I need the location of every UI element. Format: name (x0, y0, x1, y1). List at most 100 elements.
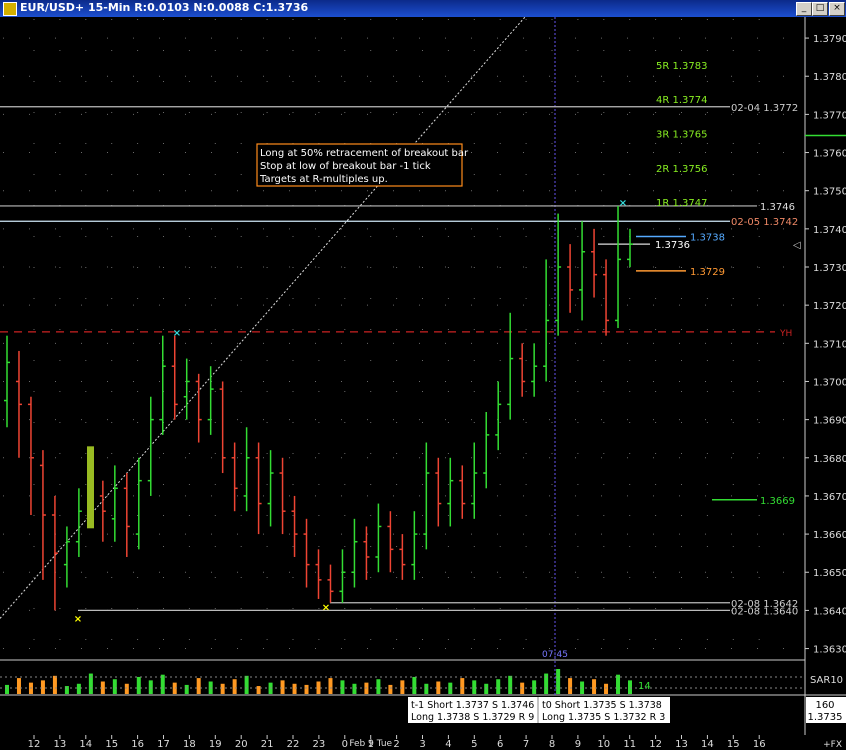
sar-count: 160 (815, 700, 834, 711)
last-price-label: 1.3736 (655, 240, 690, 251)
maximize-button[interactable]: □ (812, 2, 828, 16)
volume-bar (628, 680, 632, 694)
volume-bar (112, 679, 117, 694)
volume-bar (460, 678, 465, 694)
time-tick-label: 0 (342, 739, 348, 750)
time-tick-label: 9 (575, 739, 581, 750)
yh-label: YH (779, 329, 792, 339)
time-tick-label: 12 (649, 739, 662, 750)
price-tick-label: 1.3730 (813, 263, 846, 274)
time-tick-label: 22 (287, 739, 300, 750)
price-tick-label: 1.3790 (813, 34, 846, 45)
volume-bar (592, 679, 597, 694)
time-tick-label: 16 (753, 739, 766, 750)
volume-bar (40, 680, 45, 694)
price-tick-label: 1.3690 (813, 416, 846, 427)
volume-bar (124, 683, 129, 694)
time-tick-label: 2 (393, 739, 399, 750)
volume-bar (412, 676, 417, 694)
price-tick-label: 1.3630 (813, 645, 846, 656)
sar-price: 1.3735 (808, 712, 843, 723)
target-label: 4R 1.3774 (656, 95, 707, 106)
time-tick-label: 4 (445, 739, 451, 750)
time-tick-label: 15 (727, 739, 740, 750)
volume-bar (64, 686, 69, 694)
sar-label: SAR10 (810, 675, 843, 686)
volume-bar (304, 684, 309, 694)
volume-bar (532, 680, 537, 694)
time-tick-label: 20 (235, 739, 248, 750)
level-label-02-05: 02-05 1.3742 (731, 217, 798, 228)
swing-low-marker-icon: × (74, 614, 82, 625)
volume-bar (352, 683, 357, 694)
volume-bar (256, 686, 261, 694)
title-bar: EUR/USD+ 15-Min R:0.0103 N:0.0088 C:1.37… (0, 0, 846, 17)
volume-bar (508, 675, 513, 694)
volume-bar (376, 679, 381, 694)
time-tick-label: 14 (701, 739, 714, 750)
swing-low-marker-icon: × (322, 603, 330, 614)
volume-bar (496, 679, 501, 694)
annotation-line: Long at 50% retracement of breakout bar (260, 148, 469, 159)
time-tick-label: 15 (105, 739, 118, 750)
close-button[interactable]: × (829, 2, 845, 16)
volume-bar (328, 678, 333, 694)
date-label: Feb 9 Tue (349, 739, 392, 749)
volume-bar (424, 683, 429, 694)
time-tick-label: 18 (183, 739, 196, 750)
volume-bar (196, 678, 201, 694)
trade-info-prev: t-1 Short 1.3737 S 1.3746 (411, 700, 534, 711)
volume-bar (280, 680, 285, 694)
volume-bar (400, 680, 405, 694)
volume-bar (16, 678, 21, 694)
price-tick-label: 1.3680 (813, 454, 846, 465)
chart-background (0, 17, 846, 750)
price-tick-label: 1.3650 (813, 568, 846, 579)
volume-bar (568, 678, 573, 694)
breakout-highlight (87, 446, 94, 529)
volume-bar (292, 683, 297, 694)
annotation-line: Stop at low of breakout bar -1 tick (260, 161, 431, 172)
volume-bar (5, 684, 9, 694)
time-tick-label: 12 (28, 739, 41, 750)
volume-bar (556, 669, 561, 694)
volume-bar (160, 674, 165, 694)
window-title: EUR/USD+ 15-Min R:0.0103 N:0.0088 C:1.37… (20, 1, 309, 14)
level-label-bar-high: 1.3746 (760, 202, 795, 213)
volume-bar (484, 683, 489, 694)
target-label: 5R 1.3783 (656, 61, 707, 72)
time-tick-label: 19 (209, 739, 222, 750)
time-tick-label: 21 (261, 739, 274, 750)
time-tick-label: 23 (313, 739, 326, 750)
volume-bar (148, 680, 153, 694)
target-label: 3R 1.3765 (656, 129, 707, 140)
price-tick-label: 1.3670 (813, 492, 846, 503)
volume-bar (472, 680, 477, 694)
time-tick-label: 13 (54, 739, 67, 750)
volume-bar (604, 683, 609, 694)
stop-label: 1.3729 (690, 267, 725, 278)
time-tick-label: 16 (131, 739, 144, 750)
price-tick-label: 1.3750 (813, 187, 846, 198)
volume-bar (76, 683, 81, 694)
time-tick-label: 5 (471, 739, 477, 750)
price-chart[interactable]: 1.3630 1.3640 1.3650 1.3660 1.3670 1.3680 1.36… (0, 17, 846, 750)
trade-info-curr: t0 Short 1.3735 S 1.3738 (542, 700, 662, 711)
target-label: 2R 1.3756 (656, 164, 707, 175)
time-tick-label: 17 (157, 739, 170, 750)
price-tick-label: 1.3700 (813, 377, 846, 388)
time-tick-label: 8 (549, 739, 555, 750)
level-label-02-04: 02-04 1.3772 (731, 103, 798, 114)
volume-bar (316, 681, 321, 694)
volume-bar (616, 674, 621, 694)
price-pointer-icon: ◁ (793, 240, 801, 251)
trade-info-box: t-1 Short 1.3737 S 1.3746Long 1.3738 S 1… (408, 697, 670, 723)
price-tick-label: 1.3780 (813, 72, 846, 83)
volume-bar (244, 675, 249, 694)
time-tick-label: 7 (523, 739, 529, 750)
price-tick-label: 1.3720 (813, 301, 846, 312)
price-tick-label: 1.3770 (813, 110, 846, 121)
price-tick-label: 1.3760 (813, 149, 846, 160)
minimize-button[interactable]: _ (796, 2, 812, 16)
volume-value-label: 14 (638, 681, 651, 692)
